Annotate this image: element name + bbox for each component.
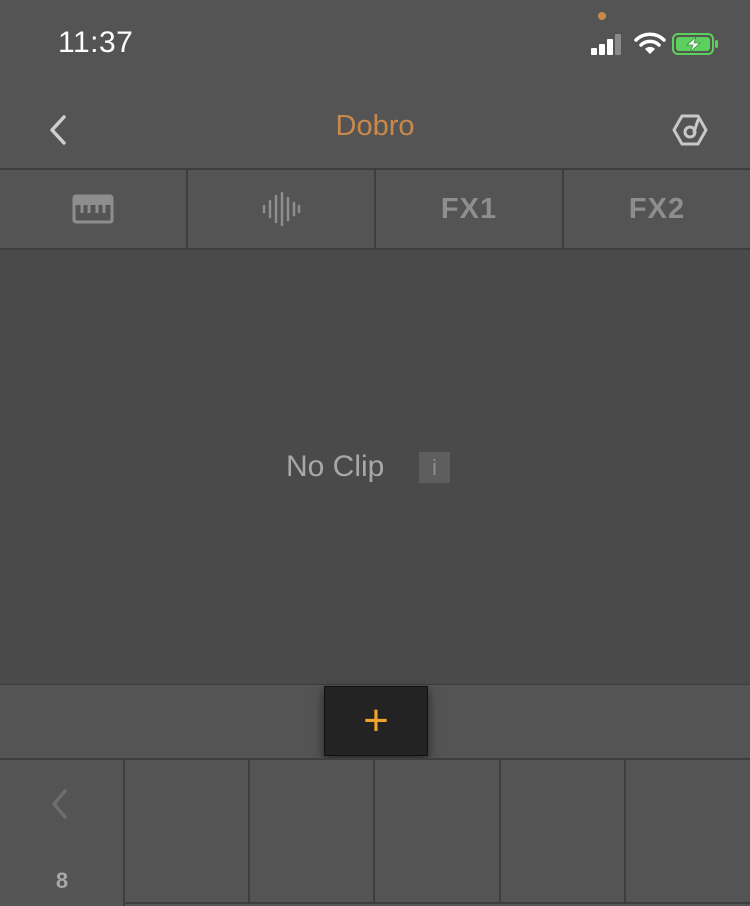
recording-dot-icon [598, 12, 606, 20]
no-clip-label: No Clip [286, 450, 385, 483]
tab-fx1[interactable]: FX1 [376, 170, 564, 248]
clip-area: No Clip i [0, 250, 750, 684]
tab-fx2[interactable]: FX2 [564, 170, 750, 248]
wifi-icon [634, 32, 666, 54]
cellular-signal-icon [591, 34, 621, 55]
tab-row: FX1 FX2 [0, 168, 750, 250]
chevron-left-icon [50, 115, 66, 145]
clip-slot[interactable] [501, 760, 626, 904]
waveform-icon [262, 192, 301, 226]
clip-slot[interactable] [375, 760, 501, 904]
scene-nav: 8 [0, 760, 125, 906]
device-icon [672, 114, 708, 146]
piano-roll-icon [72, 194, 114, 224]
clip-slot[interactable] [250, 760, 375, 904]
status-time: 11:37 [58, 26, 134, 59]
scene-back-button[interactable] [38, 782, 82, 826]
clip-slot[interactable] [125, 760, 250, 904]
info-button[interactable]: i [419, 452, 450, 483]
nav-bar: Dobro [0, 88, 750, 168]
page-title: Dobro [335, 110, 415, 142]
clip-slot-grid: 8 [0, 758, 750, 906]
device-button[interactable] [666, 106, 714, 154]
clip-slot[interactable] [626, 760, 750, 904]
back-button[interactable] [36, 108, 80, 152]
tab-piano-roll[interactable] [0, 170, 188, 248]
chevron-left-icon [52, 789, 67, 819]
scene-number: 8 [55, 868, 69, 893]
tab-sample[interactable] [188, 170, 376, 248]
battery-charging-icon [672, 33, 718, 55]
add-clip-button[interactable]: + [324, 686, 428, 756]
status-bar: 11:37 [0, 0, 750, 88]
